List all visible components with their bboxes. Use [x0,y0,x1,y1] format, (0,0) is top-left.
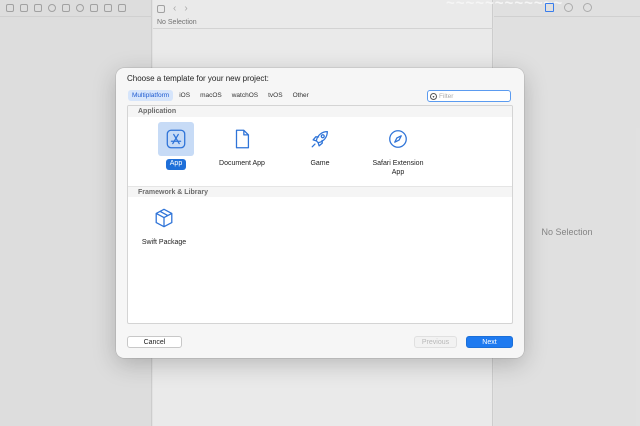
template-safari-extension-app[interactable]: Safari Extension App [362,122,434,178]
tab-macos[interactable]: macOS [196,90,226,101]
compass-icon [380,122,416,156]
dialog-title: Choose a template for your new project: [127,74,269,83]
package-icon [146,201,182,235]
tab-ios[interactable]: iOS [175,90,194,101]
filter-input[interactable] [439,92,499,100]
filter-field[interactable]: ▾ [427,90,511,102]
template-swift-package[interactable]: Swift Package [128,201,200,249]
tab-other[interactable]: Other [289,90,313,101]
template-label: App [165,159,187,170]
section-header-application: Application [128,106,512,117]
section-header-framework-library: Framework & Library [128,186,512,197]
cancel-button[interactable]: Cancel [127,336,182,348]
template-app[interactable]: App [140,122,212,170]
next-button[interactable]: Next [466,336,513,348]
template-game[interactable]: Game [284,122,356,170]
template-label: Swift Package [141,239,187,246]
platform-tabs: Multiplatform iOS macOS watchOS tvOS Oth… [128,90,313,101]
template-chooser-dialog: Choose a template for your new project: … [116,68,524,358]
tab-tvos[interactable]: tvOS [264,90,286,101]
document-icon [224,122,260,156]
template-label: Document App [219,160,265,167]
filter-icon: ▾ [430,92,437,100]
rocket-icon [302,122,338,156]
template-document-app[interactable]: Document App [206,122,278,170]
template-panel: Application App Document App Game Safari… [127,105,513,324]
tab-multiplatform[interactable]: Multiplatform [128,90,174,101]
template-label: Game [310,160,330,167]
template-label: Safari Extension App [372,160,424,176]
previous-button[interactable]: Previous [414,336,457,348]
app-store-icon [158,122,194,156]
tab-watchos[interactable]: watchOS [228,90,262,101]
